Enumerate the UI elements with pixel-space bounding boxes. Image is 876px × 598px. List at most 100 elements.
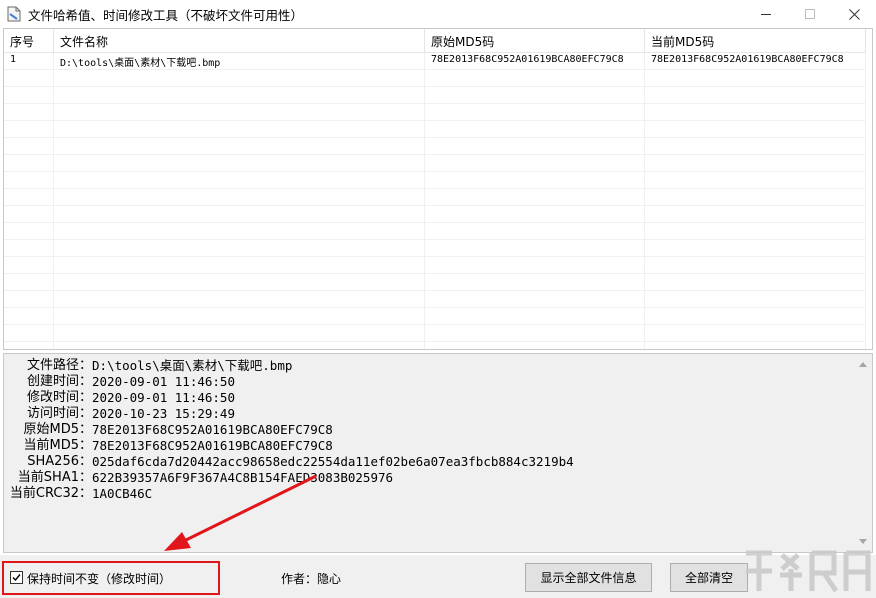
author-label: 作者：隐心 xyxy=(281,572,342,586)
highlight-box xyxy=(2,561,220,595)
empty-cell xyxy=(425,206,645,222)
empty-cell xyxy=(425,70,645,86)
empty-cell xyxy=(54,240,425,256)
empty-cell xyxy=(54,274,425,290)
empty-cell xyxy=(54,104,425,120)
empty-cell xyxy=(425,121,645,137)
empty-cell xyxy=(4,104,54,120)
empty-cell xyxy=(4,223,54,239)
empty-cell xyxy=(54,257,425,273)
info-value: 1A0CB46C xyxy=(92,486,153,501)
empty-cell xyxy=(4,206,54,222)
info-value: 025daf6cda7d20442acc98658edc22554da11ef0… xyxy=(92,454,574,469)
empty-row xyxy=(4,138,866,155)
empty-cell xyxy=(4,121,54,137)
empty-cell xyxy=(425,325,645,341)
column-header-original-md5[interactable]: 原始MD5码 xyxy=(425,29,645,53)
empty-row xyxy=(4,87,866,104)
empty-row xyxy=(4,172,866,189)
empty-row xyxy=(4,342,866,349)
empty-cell xyxy=(645,104,866,120)
empty-cell xyxy=(54,308,425,324)
empty-cell xyxy=(425,104,645,120)
empty-cell xyxy=(4,257,54,273)
empty-row xyxy=(4,70,866,87)
empty-cell xyxy=(54,121,425,137)
maximize-button[interactable] xyxy=(788,0,832,28)
empty-row xyxy=(4,155,866,172)
empty-cell xyxy=(645,121,866,137)
info-label: 当前MD5： xyxy=(23,438,93,453)
info-value: 78E2013F68C952A01619BCA80EFC79C8 xyxy=(92,422,333,437)
empty-row xyxy=(4,223,866,240)
empty-cell xyxy=(425,257,645,273)
empty-cell xyxy=(4,155,54,171)
column-header-current-md5[interactable]: 当前MD5码 xyxy=(645,29,866,53)
info-label: 创建时间： xyxy=(26,374,92,389)
empty-cell xyxy=(645,342,866,349)
empty-cell xyxy=(645,70,866,86)
file-list[interactable]: 序号 文件名称 原始MD5码 当前MD5码 1 D:\tools\桌面\素材\下… xyxy=(3,28,873,350)
empty-row xyxy=(4,121,866,138)
info-value: D:\tools\桌面\素材\下载吧.bmp xyxy=(92,358,293,373)
empty-cell xyxy=(425,274,645,290)
empty-cell xyxy=(4,240,54,256)
maximize-icon xyxy=(805,9,815,19)
empty-cell xyxy=(425,172,645,188)
info-value: 2020-10-23 15:29:49 xyxy=(92,406,235,421)
info-scrollbar[interactable] xyxy=(855,354,872,552)
empty-cell xyxy=(645,223,866,239)
table-row[interactable]: 1 D:\tools\桌面\素材\下载吧.bmp 78E2013F68C952A… xyxy=(4,53,866,70)
info-label: 访问时间： xyxy=(26,406,92,421)
empty-cell xyxy=(645,240,866,256)
info-label: SHA256： xyxy=(27,454,92,469)
empty-cell xyxy=(54,87,425,103)
scroll-up-icon[interactable] xyxy=(859,362,867,367)
cell-current-md5: 78E2013F68C952A01619BCA80EFC79C8 xyxy=(645,53,866,69)
empty-cell xyxy=(645,138,866,154)
clear-all-button[interactable]: 全部清空 xyxy=(670,563,748,592)
empty-cell xyxy=(4,189,54,205)
empty-cell xyxy=(645,308,866,324)
empty-cell xyxy=(54,138,425,154)
empty-row xyxy=(4,240,866,257)
list-header: 序号 文件名称 原始MD5码 当前MD5码 xyxy=(4,29,866,53)
info-value: 622B39357A6F9F367A4C8B154FAED3083B025976 xyxy=(92,470,394,485)
empty-cell xyxy=(425,223,645,239)
close-button[interactable] xyxy=(832,0,876,28)
list-rows: 1 D:\tools\桌面\素材\下载吧.bmp 78E2013F68C952A… xyxy=(4,53,866,349)
empty-cell xyxy=(54,223,425,239)
empty-cell xyxy=(645,206,866,222)
empty-cell xyxy=(4,325,54,341)
empty-cell xyxy=(645,274,866,290)
info-label: 当前SHA1： xyxy=(17,470,92,485)
scroll-down-icon[interactable] xyxy=(859,539,867,544)
empty-cell xyxy=(4,172,54,188)
empty-row xyxy=(4,325,866,342)
empty-cell xyxy=(4,138,54,154)
cell-filename: D:\tools\桌面\素材\下载吧.bmp xyxy=(54,53,425,69)
show-all-file-info-button[interactable]: 显示全部文件信息 xyxy=(525,563,652,592)
empty-cell xyxy=(425,342,645,349)
minimize-button[interactable] xyxy=(744,0,788,28)
empty-cell xyxy=(645,155,866,171)
cell-original-md5: 78E2013F68C952A01619BCA80EFC79C8 xyxy=(425,53,645,69)
empty-cell xyxy=(645,325,866,341)
file-info-textbox[interactable]: 文件路径： D:\tools\桌面\素材\下载吧.bmp 创建时间： 2020-… xyxy=(3,353,873,553)
window-title: 文件哈希值、时间修改工具（不破坏文件可用性） xyxy=(28,8,304,23)
empty-row xyxy=(4,206,866,223)
empty-row xyxy=(4,291,866,308)
empty-cell xyxy=(4,274,54,290)
column-header-index[interactable]: 序号 xyxy=(4,29,54,53)
empty-cell xyxy=(645,172,866,188)
empty-cell xyxy=(4,291,54,307)
empty-cell xyxy=(425,189,645,205)
watermark-logo-icon xyxy=(746,550,871,593)
close-icon xyxy=(848,8,860,20)
empty-cell xyxy=(645,87,866,103)
empty-cell xyxy=(645,257,866,273)
empty-cell xyxy=(425,155,645,171)
empty-cell xyxy=(54,172,425,188)
empty-cell xyxy=(4,308,54,324)
column-header-filename[interactable]: 文件名称 xyxy=(54,29,425,53)
